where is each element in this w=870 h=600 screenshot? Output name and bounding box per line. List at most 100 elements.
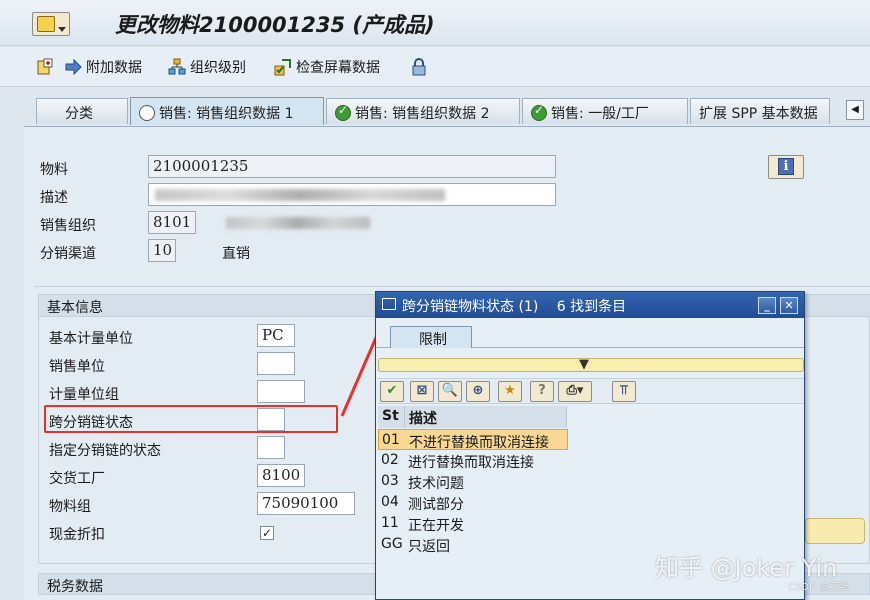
row-code: 11 — [381, 515, 399, 531]
cancel-button[interactable]: ⊠ — [410, 381, 434, 402]
row-description: 不进行替换而取消连接 — [409, 435, 549, 451]
base-uom-field[interactable]: PC — [257, 324, 295, 347]
additional-data-button[interactable]: 附加数据 — [64, 56, 142, 78]
org-hierarchy-icon — [168, 58, 186, 75]
background-button — [805, 518, 865, 544]
table-row[interactable]: 03 技术问题 — [378, 471, 568, 492]
row-description: 进行替换而取消连接 — [408, 455, 534, 471]
popup-toolbar: ✔ ⊠ 🔍 ⊕ ★ ? ⎙▾ ⫪ — [378, 378, 804, 404]
column-header-status[interactable]: St — [378, 406, 405, 428]
tab-spp-basic[interactable]: 扩展 SPP 基本数据 — [690, 98, 830, 124]
material-label: 物料 — [40, 162, 68, 178]
row-code: 02 — [381, 452, 399, 468]
info-icon: i — [778, 158, 794, 175]
material-field[interactable]: 2100001235 — [148, 155, 556, 178]
cash-discount-checkbox[interactable]: ✓ — [260, 526, 274, 540]
popup-hits: 6 找到条目 — [556, 299, 627, 315]
tab-restrictions[interactable]: 限制 — [390, 326, 472, 348]
favorites-add-button[interactable]: ★ — [498, 381, 522, 402]
table-row[interactable]: 01 不进行替换而取消连接 — [378, 429, 568, 451]
check-ok-icon — [335, 103, 351, 121]
org-levels-button[interactable]: 组织级别 — [168, 56, 246, 78]
uom-group-label: 计量单位组 — [49, 387, 119, 403]
page-title: 更改物料2100001235 (产成品) — [115, 13, 435, 37]
arrow-right-icon — [65, 58, 82, 76]
lock-button[interactable] — [410, 56, 428, 78]
help-button[interactable]: ? — [530, 381, 554, 402]
watermark-sub: CSDN @艾吆 — [788, 582, 850, 593]
tab-classification-label: 分类 — [65, 106, 93, 122]
clipboard-icon — [37, 58, 53, 75]
material-group-label: 物料组 — [49, 499, 91, 515]
find-next-button[interactable]: ⊕ — [466, 381, 490, 402]
org-levels-label: 组织级别 — [190, 60, 246, 76]
column-header-description[interactable]: 描述 — [405, 406, 567, 428]
lock-icon — [412, 58, 426, 76]
popup-tab-area: 限制 — [376, 318, 804, 348]
sales-unit-label: 销售单位 — [49, 359, 105, 375]
redacted-text — [226, 217, 370, 229]
info-button[interactable]: i — [768, 155, 804, 179]
table-row[interactable]: GG 只返回 — [378, 534, 568, 555]
description-label: 描述 — [40, 190, 68, 206]
confirm-button[interactable]: ✔ — [380, 381, 404, 402]
dist-channel-field[interactable]: 10 — [148, 239, 176, 262]
tab-sales-org-1-label: 销售: 销售组织数据 1 — [159, 106, 294, 122]
row-description: 技术问题 — [408, 476, 464, 492]
app-toolbar: 附加数据 组织级别 检查屏幕数据 — [0, 47, 870, 87]
base-uom-label: 基本计量单位 — [49, 331, 133, 347]
row-code: GG — [381, 536, 403, 552]
settings-button[interactable]: ⫪ — [612, 381, 636, 402]
description-field[interactable] — [148, 183, 556, 206]
cash-discount-label: 现金折扣 — [49, 527, 105, 543]
additional-data-label: 附加数据 — [86, 60, 142, 76]
delivering-plant-label: 交货工厂 — [49, 471, 105, 487]
close-button[interactable]: ✕ — [780, 297, 798, 314]
popup-window-icon — [382, 298, 396, 310]
table-row[interactable]: 02 进行替换而取消连接 — [378, 450, 568, 471]
print-button[interactable]: ⎙▾ — [558, 381, 592, 402]
row-code: 01 — [382, 432, 400, 448]
sales-unit-field[interactable] — [257, 352, 295, 375]
tab-strip: 分类 销售: 销售组织数据 1 销售: 销售组织数据 2 销售: 一般/工厂 扩… — [24, 97, 870, 126]
check-screen-icon — [274, 59, 291, 76]
tab-sales-org-2-label: 销售: 销售组织数据 2 — [355, 106, 490, 122]
dist-channel-text: 直销 — [222, 246, 250, 262]
table-row[interactable]: 11 正在开发 — [378, 513, 568, 534]
result-list: 01 不进行替换而取消连接 02 进行替换而取消连接 03 技术问题 04 测试… — [378, 429, 568, 555]
material-group-field[interactable]: 75090100 — [257, 492, 355, 515]
dchain-status-label: 指定分销链的状态 — [49, 443, 161, 459]
table-row[interactable]: 04 测试部分 — [378, 492, 568, 513]
delivering-plant-field[interactable]: 8100 — [257, 464, 305, 487]
chevron-down-icon: ▼ — [579, 357, 589, 372]
tab-sales-org-2[interactable]: 销售: 销售组织数据 2 — [326, 98, 520, 124]
tab-active-icon — [139, 103, 155, 121]
dist-channel-label: 分销渠道 — [40, 246, 96, 262]
popup-title: 跨分销链物料状态 (1) — [402, 299, 539, 315]
new-session-button[interactable] — [36, 56, 54, 78]
check-screen-data-button[interactable]: 检查屏幕数据 — [274, 56, 380, 78]
popup-title-bar: 跨分销链物料状态 (1) 6 找到条目 _ ✕ — [376, 292, 804, 318]
find-button[interactable]: 🔍 — [438, 381, 462, 402]
check-ok-icon — [531, 103, 547, 121]
row-description: 测试部分 — [408, 497, 464, 513]
minimize-button[interactable]: _ — [758, 297, 776, 314]
uom-group-field[interactable] — [257, 380, 305, 403]
tab-spp-basic-label: 扩展 SPP 基本数据 — [699, 106, 818, 122]
row-code: 04 — [381, 494, 399, 510]
row-description: 只返回 — [408, 539, 450, 555]
tab-classification[interactable]: 分类 — [36, 98, 128, 124]
redacted-text — [155, 189, 445, 201]
row-code: 03 — [381, 473, 399, 489]
dchain-status-field[interactable] — [257, 436, 285, 459]
check-screen-data-label: 检查屏幕数据 — [296, 60, 380, 76]
tab-sales-org-1[interactable]: 销售: 销售组织数据 1 — [130, 97, 324, 125]
system-menu-icon[interactable] — [32, 12, 70, 36]
restrictions-toggle-bar[interactable]: ▼ — [378, 357, 804, 372]
title-bar: 更改物料2100001235 (产成品) — [0, 0, 870, 46]
tab-sales-general-plant[interactable]: 销售: 一般/工厂 — [522, 98, 688, 124]
row-description: 正在开发 — [408, 518, 464, 534]
tab-scroll-left-button[interactable]: ◀ — [846, 100, 864, 120]
sales-org-field[interactable]: 8101 — [148, 211, 196, 234]
tab-sales-general-plant-label: 销售: 一般/工厂 — [551, 106, 649, 122]
